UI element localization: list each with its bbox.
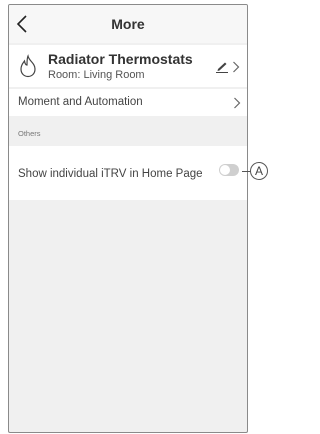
chevron-right-icon: [233, 61, 240, 73]
flame-icon: [20, 54, 36, 78]
device-name: Radiator Thermostats: [48, 51, 193, 67]
toggle-knob: [220, 165, 230, 175]
itrv-setting-label: Show individual iTRV in Home Page: [18, 168, 203, 180]
section-header-others: Others: [18, 129, 41, 138]
page-title: More: [111, 16, 145, 32]
itrv-setting-row: Show individual iTRV in Home Page: [9, 146, 247, 200]
device-card[interactable]: Radiator Thermostats Room: Living Room: [9, 45, 247, 87]
phone-screen: More Radiator Thermostats Room: Living R…: [8, 4, 248, 433]
moment-automation-row[interactable]: Moment and Automation: [9, 89, 247, 116]
header-bar: More: [9, 5, 247, 43]
chevron-right-icon: [234, 97, 241, 109]
callout-marker: A: [250, 162, 268, 180]
device-room: Room: Living Room: [48, 69, 145, 81]
moment-automation-label: Moment and Automation: [18, 96, 143, 108]
pencil-icon[interactable]: [215, 61, 229, 73]
itrv-toggle[interactable]: [219, 164, 239, 176]
